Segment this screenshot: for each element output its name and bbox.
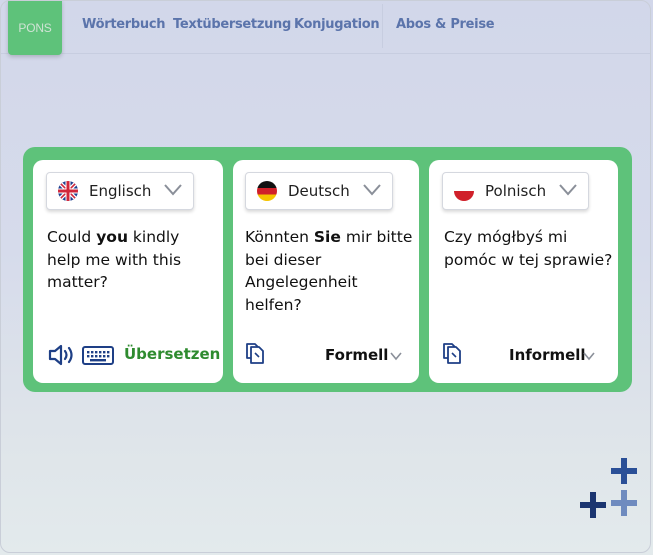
nav-item-subscriptions-prices[interactable]: Abos & Preise (396, 17, 495, 32)
chevron-down-icon (164, 184, 182, 196)
chevron-down-icon[interactable] (583, 351, 595, 361)
translate-button[interactable]: Übersetzen (124, 345, 220, 363)
target-language-label-polish: Polnisch (485, 182, 547, 200)
register-select-formal[interactable]: Formell (325, 346, 388, 364)
german-card-actions: Formell (233, 342, 419, 366)
translation-text-polish: Czy mógłbyś mi pomóc w tej sprawie? (444, 228, 613, 269)
chevron-down-icon (363, 184, 381, 196)
source-card-actions: Übersetzen (33, 342, 223, 366)
source-text[interactable]: Could you kindly help me with this matte… (47, 226, 217, 294)
source-card-english: Englisch Could you kindly help me with t… (33, 160, 223, 383)
copy-icon[interactable] (442, 342, 462, 366)
plus-decoration-icon (580, 458, 637, 518)
translation-text-german: Könnten Sie mir bitte bei dieser Angeleg… (245, 228, 413, 314)
target-card-polish: Polnisch Czy mógłbyś mi pomóc w tej spra… (429, 160, 618, 383)
target-language-select-polish[interactable]: Polnisch (442, 172, 589, 210)
polish-flag-icon (454, 181, 474, 201)
source-language-select[interactable]: Englisch (46, 172, 194, 210)
copy-icon[interactable] (245, 342, 265, 366)
keyboard-icon[interactable] (82, 346, 114, 365)
register-select-informal[interactable]: Informell (509, 346, 586, 364)
target-language-label-german: Deutsch (288, 182, 350, 200)
uk-flag-icon (58, 181, 78, 201)
target-language-select-german[interactable]: Deutsch (245, 172, 393, 210)
source-language-label: Englisch (89, 182, 152, 200)
nav-item-text-translation[interactable]: Textübersetzung (173, 17, 291, 32)
speaker-icon[interactable] (48, 344, 75, 366)
chevron-down-icon (559, 184, 577, 196)
logo-text: PONS (18, 20, 52, 35)
pons-logo[interactable]: PONS (8, 0, 62, 55)
polish-card-actions: Informell (429, 342, 618, 366)
top-navigation-bar: PONS Wörterbuch Textübersetzung Konjugat… (0, 0, 651, 55)
chevron-down-icon[interactable] (390, 351, 402, 361)
nav-item-dictionary[interactable]: Wörterbuch (82, 17, 165, 32)
translation-panel: Englisch Could you kindly help me with t… (23, 147, 632, 392)
german-flag-icon (257, 181, 277, 201)
nav-divider (382, 4, 383, 48)
nav-item-conjugation[interactable]: Konjugation (294, 17, 380, 32)
target-card-german: Deutsch Könnten Sie mir bitte bei dieser… (233, 160, 419, 383)
